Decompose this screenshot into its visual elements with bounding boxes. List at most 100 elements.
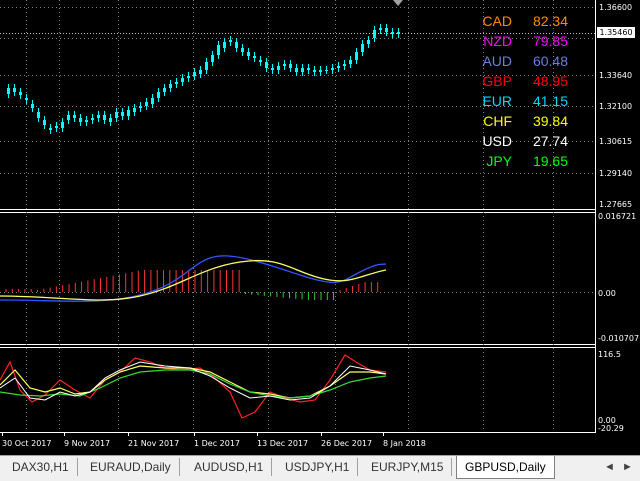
candle-body [13,88,16,92]
price-tick-label: 1.32100 [599,102,632,111]
date-tick-label: 1 Dec 2017 [194,439,240,448]
tab-audusd-h1[interactable]: AUDUSD,H1 [186,458,273,476]
candle-body [325,70,328,71]
candle-body [25,98,28,100]
macd-line [0,255,387,302]
candle-body [157,92,160,98]
legend-currency: JPY [486,153,512,169]
date-tick-label: 26 Dec 2017 [321,439,372,448]
date-tick-label: 21 Nov 2017 [128,439,179,448]
date-tick-label: 13 Dec 2017 [257,439,308,448]
candle-body [193,72,196,76]
candle-body [73,115,76,118]
candle-body [361,44,364,52]
scroll-right-icon[interactable]: ► [622,461,633,473]
price-tick-label: 1.27665 [599,200,632,209]
macd-tick-label: -0.010707 [598,334,639,343]
legend-currency: CHF [483,113,512,129]
legend-row-aud: AUD 60.48 [472,53,576,73]
shift-marker-icon[interactable] [393,0,403,6]
macd-tick-label: 0.016721 [598,212,636,221]
candle-body [289,64,292,68]
candle-body [385,28,388,32]
legend-value: 19.65 [532,153,568,169]
legend-currency: CAD [482,13,512,29]
date-tick-label: 30 Oct 2017 [2,439,51,448]
legend-currency: EUR [482,93,512,109]
candle-body [7,88,10,94]
price-tick-label: 1.36600 [599,3,632,12]
candle-body [115,112,118,118]
candle-body [259,60,262,62]
legend-value: 60.48 [532,53,568,69]
candle-body [109,118,112,122]
candle-body [127,110,130,116]
legend-row-chf: CHF 39.84 [472,113,576,133]
legend-row-eur: EUR 41.15 [472,93,576,113]
candle-body [217,45,220,55]
candle-body [43,120,46,125]
candle-body [379,28,382,30]
candle-body [49,128,52,130]
legend-value: 27.74 [532,133,568,149]
tab-euraud-daily[interactable]: EURAUD,Daily [82,458,180,476]
candle-body [367,40,370,44]
price-tick-label: 1.30615 [599,137,632,146]
candle-body [91,118,94,120]
candle-body [319,70,322,72]
candle-body [121,112,124,116]
legend-currency: AUD [482,53,512,69]
candle-body [199,70,202,74]
legend-row-jpy: JPY 19.65 [472,153,576,173]
legend-currency: GBP [482,73,512,89]
candle-body [79,118,82,122]
candle-body [253,56,256,58]
candle-body [37,112,40,118]
current-price-label: 1.35460 [597,27,635,38]
candle-body [31,104,34,108]
tab-usdjpy-h1[interactable]: USDJPY,H1 [277,458,359,476]
legend-row-cad: CAD 82.34 [472,13,576,33]
oscillator-tick-label: -20.29 [598,424,624,433]
candle-body [331,68,334,70]
candle-body [283,64,286,66]
candle-body [247,52,250,56]
candle-body [241,48,244,52]
candlesticks [7,24,400,134]
candle-body [355,52,358,60]
candle-body [223,42,226,48]
candle-body [307,68,310,70]
tab-gbpusd-daily[interactable]: GBPUSD,Daily [456,456,555,479]
candle-body [313,70,316,72]
scroll-left-icon[interactable]: ◄ [604,461,615,473]
candle-body [139,106,142,108]
candle-body [85,120,88,122]
candle-body [175,82,178,84]
candle-body [205,62,208,70]
candle-body [271,68,274,70]
candle-body [337,66,340,68]
candle-body [133,108,136,112]
candle-body [67,115,70,120]
candle-body [97,115,100,118]
candle-body [187,76,190,78]
tab-dax30-h1[interactable]: DAX30,H1 [4,458,78,476]
candle-body [301,68,304,72]
candle-body [169,84,172,88]
candle-body [55,126,58,128]
price-tick-label: 1.33640 [599,71,632,80]
candle-body [19,92,22,95]
candle-body [277,66,280,70]
candle-body [103,115,106,120]
legend-row-usd: USD 27.74 [472,133,576,153]
legend-value: 39.84 [532,113,568,129]
tab-eurjpy-m15[interactable]: EURJPY,M15 [363,458,453,476]
macd-panel [0,255,387,302]
legend-currency: USD [482,133,512,149]
candle-body [151,98,154,104]
candle-body [211,55,214,62]
oscillator-tick-label: 116.5 [598,350,621,359]
candle-body [295,68,298,72]
price-axis: 1.36600 1.33640 1.32100 1.30615 1.29140 1.276… [598,3,639,433]
time-axis: 30 Oct 2017 9 Nov 2017 21 Nov 2017 1 Dec 20… [2,433,426,448]
